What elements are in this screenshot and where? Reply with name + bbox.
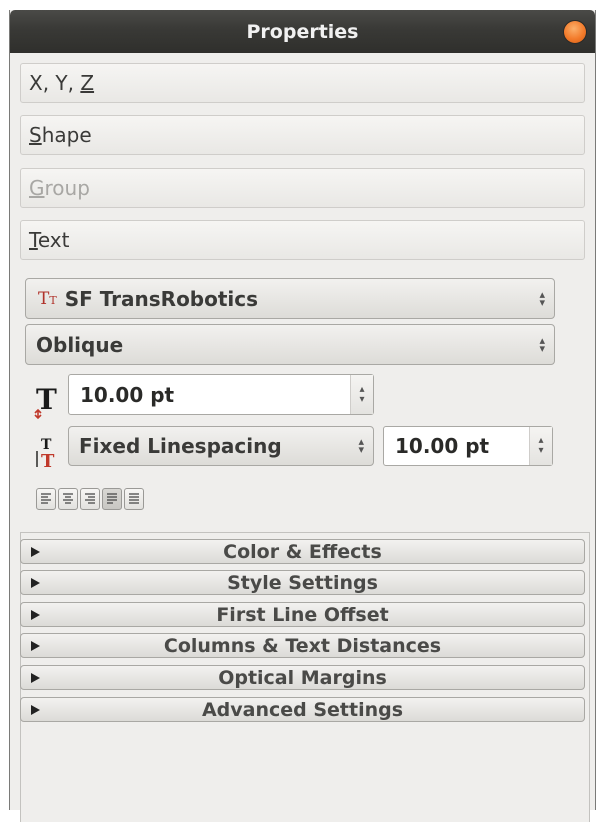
section-tab-label: Shape (29, 123, 92, 147)
section-tab-label: Text (29, 228, 70, 252)
linespacing-icon: T T (36, 437, 55, 471)
section-tab-group: Group (20, 168, 585, 208)
linespacing-mode-value: Fixed Linespacing (79, 434, 282, 458)
align-left-button[interactable] (36, 488, 56, 510)
font-style-value: Oblique (36, 332, 124, 357)
expand-triangle-icon (31, 704, 40, 715)
align-forced-justify-icon (129, 493, 139, 504)
expander-columns-text-distances[interactable]: Columns & Text Distances (20, 633, 585, 658)
linespacing-mode-combo[interactable]: Fixed Linespacing ▴ ▾ (68, 426, 374, 466)
title-bar[interactable]: Properties (10, 10, 595, 53)
linespacing-value-spinbox[interactable]: 10.00 pt ▴ ▾ (383, 426, 553, 466)
section-tab-xyz[interactable]: X, Y, Z (20, 63, 585, 103)
expander-label: Optical Margins (218, 666, 387, 689)
align-justify-button[interactable] (102, 488, 122, 510)
align-right-button[interactable] (80, 488, 100, 510)
expander-label: Color & Effects (223, 540, 382, 563)
expander-label: Style Settings (227, 571, 378, 594)
font-type-icon: TT (38, 288, 57, 309)
expand-triangle-icon (31, 640, 40, 651)
combo-arrows-icon: ▴ ▾ (539, 287, 545, 309)
expand-triangle-icon (31, 546, 40, 557)
expander-label: Advanced Settings (201, 698, 404, 721)
font-family-combo[interactable]: TT SF TransRobotics ▴ ▾ (25, 278, 555, 319)
font-size-value: 10.00 pt (80, 382, 175, 407)
alignment-button-group (36, 488, 144, 510)
align-right-icon (85, 493, 95, 504)
align-center-icon (63, 493, 73, 504)
font-size-spinbox[interactable]: 10.00 pt ▴ ▾ (68, 374, 374, 415)
font-size-icon: T (34, 384, 57, 420)
combo-arrows-icon: ▴ ▾ (539, 333, 545, 355)
expand-triangle-icon (31, 672, 40, 683)
align-left-icon (41, 493, 51, 504)
section-tab-text[interactable]: Text (20, 220, 585, 260)
font-family-value: SF TransRobotics (64, 286, 259, 311)
svg-text:T: T (41, 451, 55, 471)
font-style-combo[interactable]: Oblique ▴ ▾ (25, 324, 555, 365)
expander-optical-margins[interactable]: Optical Margins (20, 665, 585, 690)
spin-arrows-icon[interactable]: ▴ ▾ (529, 427, 552, 465)
close-icon[interactable] (564, 21, 586, 43)
expand-triangle-icon (31, 609, 40, 620)
align-forced-justify-button[interactable] (124, 488, 144, 510)
expander-color-effects[interactable]: Color & Effects (20, 539, 585, 564)
spin-arrows-icon[interactable]: ▴ ▾ (350, 375, 373, 414)
combo-arrows-icon: ▴ ▾ (358, 435, 364, 456)
linespacing-value: 10.00 pt (395, 434, 490, 458)
properties-window: Properties X, Y, Z Shape Group Text TT S… (9, 10, 596, 822)
expander-label: First Line Offset (216, 603, 389, 626)
expander-label: Columns & Text Distances (163, 634, 442, 657)
section-tab-label: Group (29, 176, 90, 200)
section-tab-label: X, Y, Z (29, 71, 95, 95)
window-title: Properties (246, 20, 359, 43)
expand-triangle-icon (31, 577, 40, 588)
expander-advanced-settings[interactable]: Advanced Settings (20, 697, 585, 722)
expander-style-settings[interactable]: Style Settings (20, 570, 585, 595)
align-justify-icon (107, 493, 117, 504)
section-tab-shape[interactable]: Shape (20, 115, 585, 155)
expander-first-line-offset[interactable]: First Line Offset (20, 602, 585, 627)
align-center-button[interactable] (58, 488, 78, 510)
